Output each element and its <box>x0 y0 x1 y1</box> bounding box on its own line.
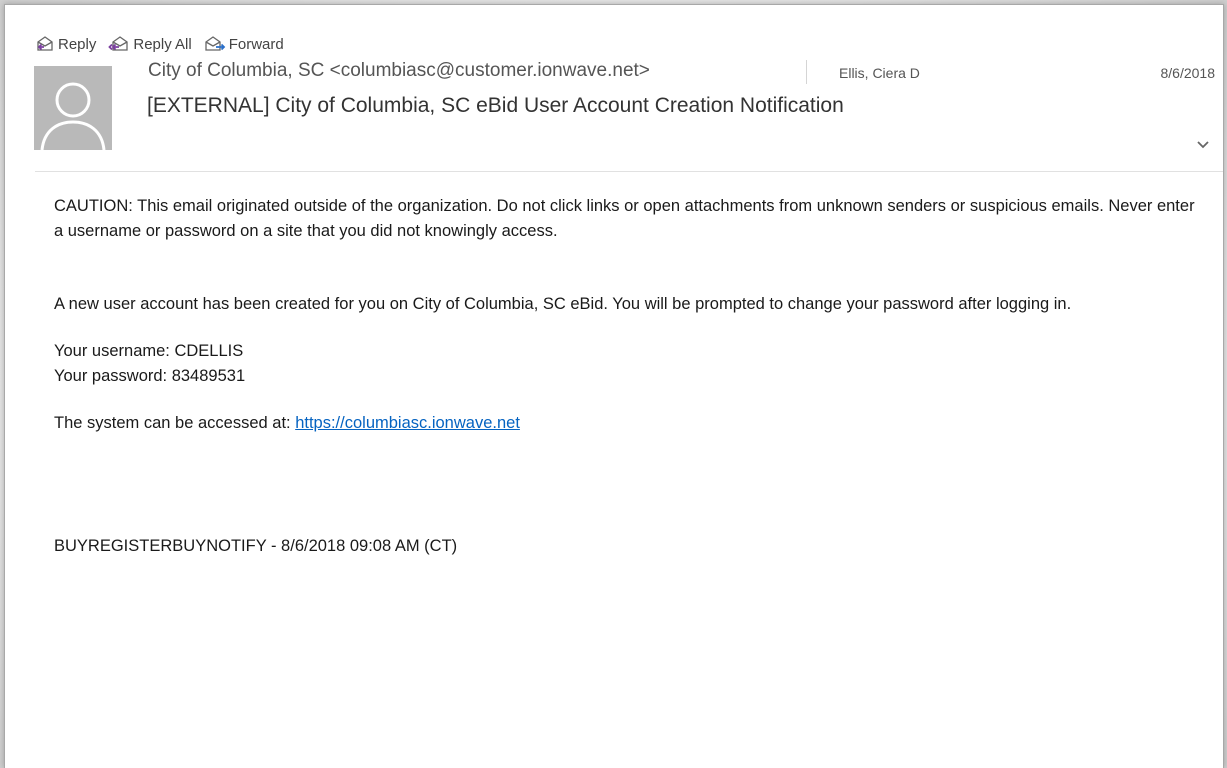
header-separator <box>806 60 807 84</box>
screen-background: Reply Reply All Forward City of Columbia… <box>0 0 1227 768</box>
access-prefix: The system can be accessed at: <box>54 414 296 432</box>
notification-footer: BUYREGISTERBUYNOTIFY - 8/6/2018 09:08 AM… <box>54 537 458 555</box>
sender-avatar <box>34 66 112 150</box>
forward-icon <box>205 36 225 51</box>
email-reading-pane: Reply Reply All Forward City of Columbia… <box>4 4 1224 768</box>
forward-label: Forward <box>228 35 284 53</box>
header-divider <box>35 171 1223 172</box>
caution-notice: CAUTION: This email originated outside o… <box>54 197 1195 240</box>
account-intro: A new user account has been created for … <box>54 295 1072 313</box>
chevron-down-icon <box>1197 141 1209 149</box>
system-link[interactable]: https://columbiasc.ionwave.net <box>295 414 520 432</box>
expand-header-button[interactable] <box>1195 137 1211 149</box>
username-line: Your username: CDELLIS <box>54 342 244 360</box>
person-silhouette-icon <box>40 82 106 150</box>
forward-button[interactable]: Forward <box>204 35 284 53</box>
message-toolbar: Reply Reply All Forward <box>35 35 284 53</box>
sender-address[interactable]: City of Columbia, SC <columbiasc@custome… <box>148 60 650 82</box>
access-line: The system can be accessed at: https://c… <box>54 411 1204 436</box>
reply-button[interactable]: Reply <box>35 35 96 53</box>
reply-all-label: Reply All <box>133 35 192 53</box>
sent-date: 8/6/2018 <box>1160 65 1216 81</box>
email-subject: [EXTERNAL] City of Columbia, SC eBid Use… <box>147 94 844 117</box>
reply-all-button[interactable]: Reply All <box>108 35 192 53</box>
reply-label: Reply <box>58 35 97 53</box>
recipient-name[interactable]: Ellis, Ciera D <box>839 65 920 81</box>
reply-all-icon <box>108 36 129 51</box>
email-body: CAUTION: This email originated outside o… <box>54 194 1204 559</box>
password-line: Your password: 83489531 <box>54 367 246 385</box>
reply-icon <box>37 36 53 51</box>
